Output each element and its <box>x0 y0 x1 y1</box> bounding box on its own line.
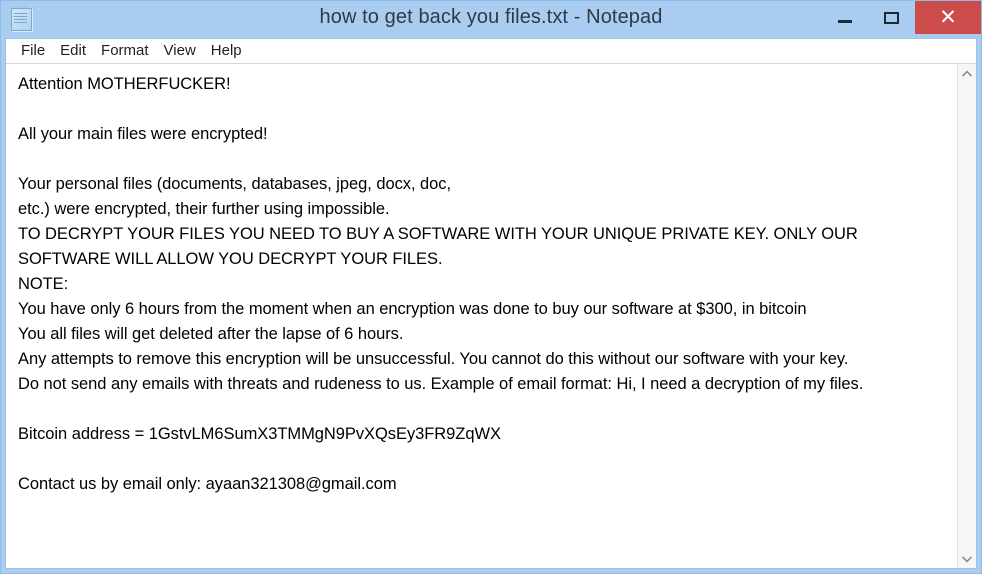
text-line: Contact us by email only: ayaan321308@gm… <box>18 475 397 493</box>
text-line <box>18 397 957 422</box>
menu-item-format[interactable]: Format <box>95 41 158 61</box>
text-line: You all files will get deleted after the… <box>18 325 404 343</box>
text-line: You have only 6 hours from the moment wh… <box>18 300 807 318</box>
menu-bar: File Edit Format View Help <box>6 39 976 64</box>
text-editor[interactable]: Attention MOTHERFUCKER! All your main fi… <box>6 64 957 568</box>
close-button[interactable]: ✕ <box>915 1 981 34</box>
text-line <box>18 147 957 172</box>
text-line: Your personal files (documents, database… <box>18 175 452 193</box>
menu-item-edit[interactable]: Edit <box>54 41 95 61</box>
scrollbar-track[interactable] <box>958 82 976 550</box>
menu-item-help[interactable]: Help <box>205 41 251 61</box>
maximize-button[interactable] <box>868 1 915 34</box>
text-line: NOTE: <box>18 275 69 293</box>
client-area: File Edit Format View Help Attention MOT… <box>5 38 977 569</box>
minimize-icon <box>837 20 852 23</box>
text-line: TO DECRYPT YOUR FILES YOU NEED TO BUY A … <box>18 225 858 243</box>
menu-item-file[interactable]: File <box>15 41 54 61</box>
maximize-icon <box>884 11 899 24</box>
scroll-up-button[interactable] <box>958 64 976 82</box>
scroll-down-button[interactable] <box>958 550 976 568</box>
text-line: Attention MOTHERFUCKER! <box>18 75 231 93</box>
text-line <box>18 447 957 472</box>
minimize-button[interactable] <box>821 1 868 34</box>
close-icon: ✕ <box>939 5 957 29</box>
text-line: Any attempts to remove this encryption w… <box>18 350 849 368</box>
vertical-scrollbar[interactable] <box>957 64 976 568</box>
text-line: SOFTWARE WILL ALLOW YOU DECRYPT YOUR FIL… <box>18 250 443 268</box>
text-line: etc.) were encrypted, their further usin… <box>18 200 390 218</box>
text-line: All your main files were encrypted! <box>18 125 268 143</box>
chevron-up-icon <box>962 69 972 76</box>
window-controls: ✕ <box>821 1 981 34</box>
title-bar[interactable]: how to get back you files.txt - Notepad … <box>1 1 981 38</box>
text-line: Bitcoin address = 1GstvLM6SumX3TMMgN9PvX… <box>18 425 501 443</box>
notepad-icon <box>8 6 34 32</box>
menu-item-view[interactable]: View <box>158 41 205 61</box>
notepad-window: how to get back you files.txt - Notepad … <box>0 0 982 574</box>
text-line <box>18 97 957 122</box>
chevron-down-icon <box>962 556 972 563</box>
text-line: Do not send any emails with threats and … <box>18 375 864 393</box>
document-body: Attention MOTHERFUCKER! All your main fi… <box>6 64 976 568</box>
